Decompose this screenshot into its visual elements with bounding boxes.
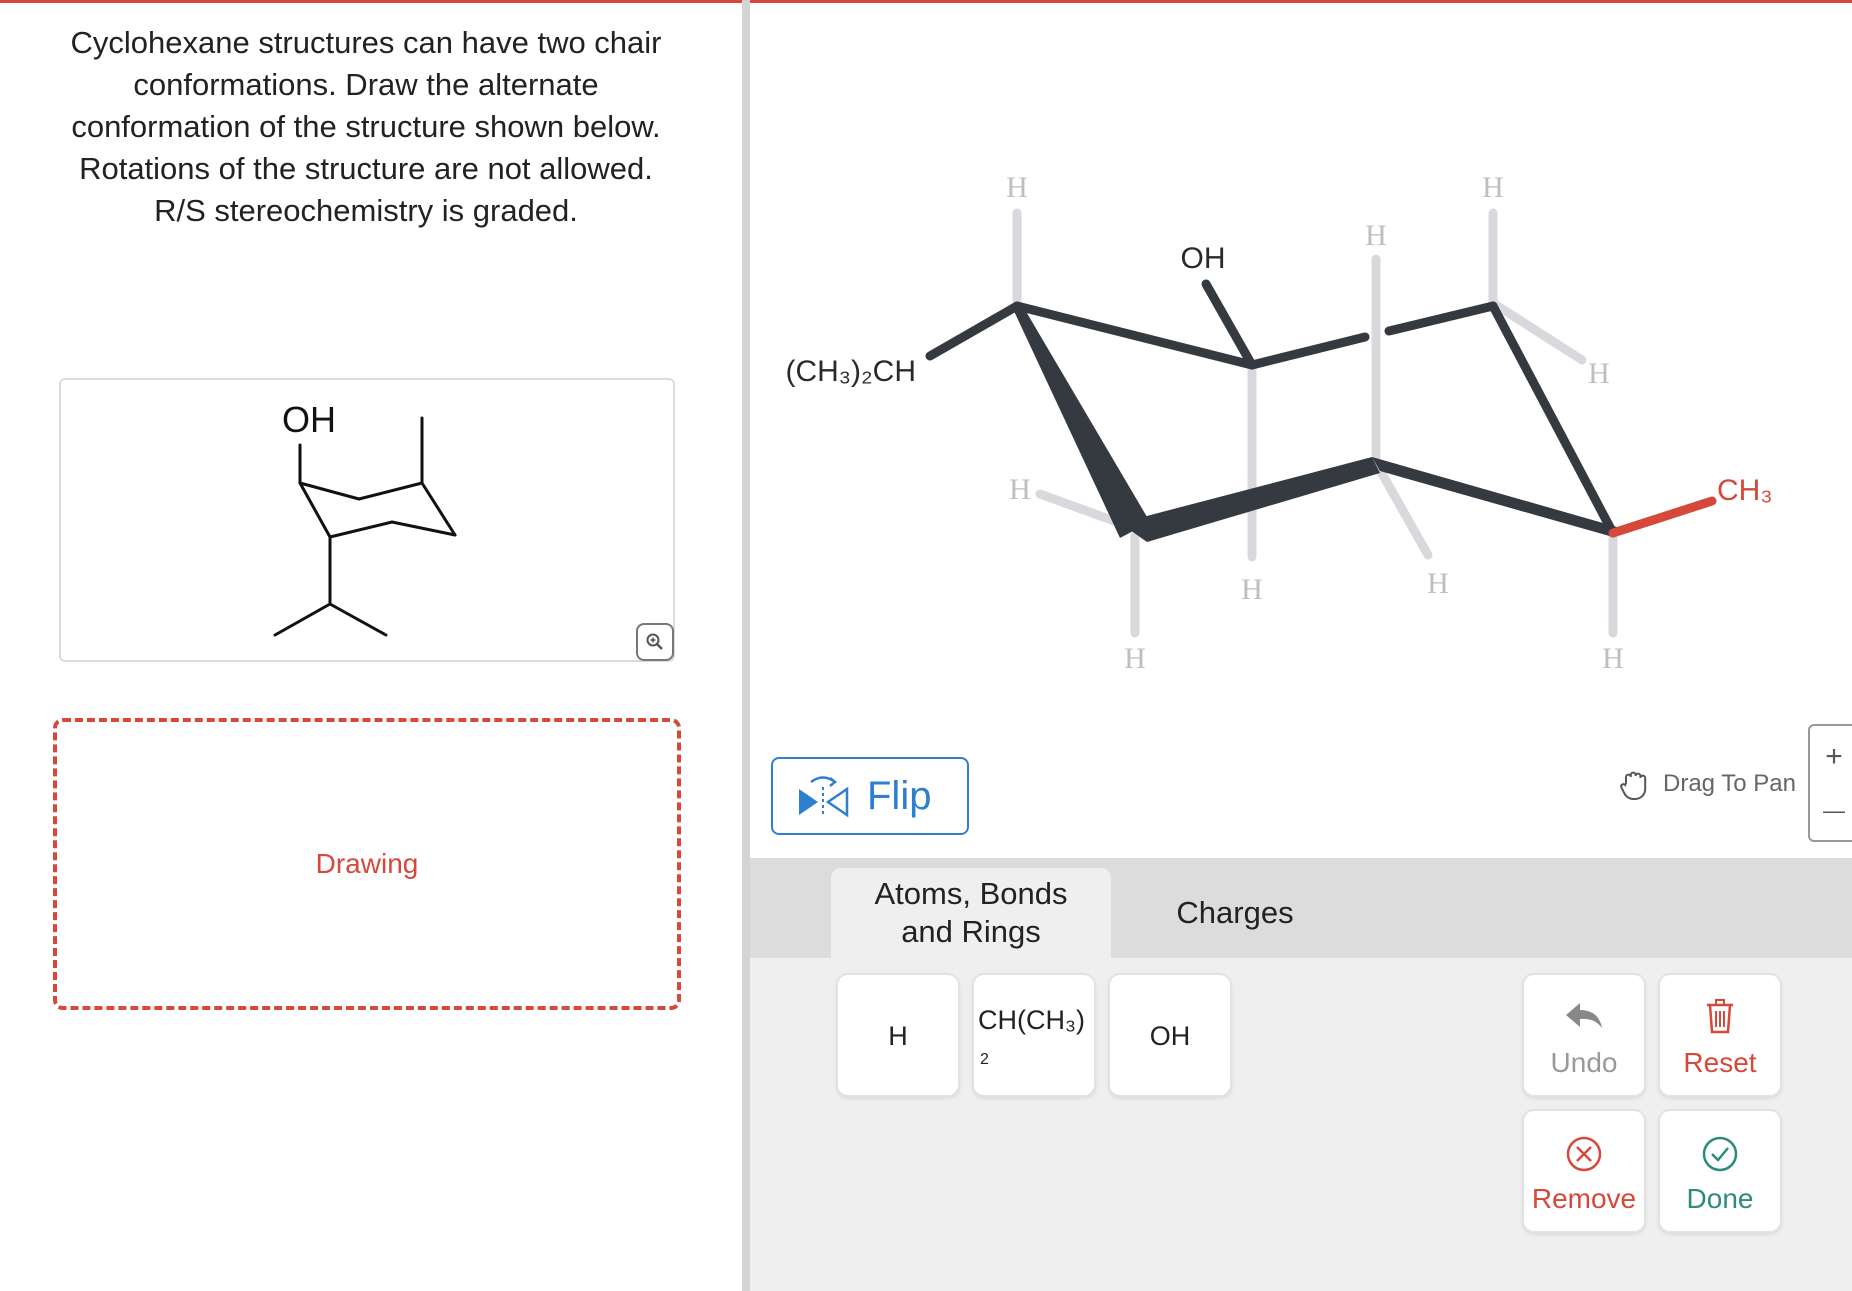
h-label: H [1365,219,1387,252]
hydrogen-bonds [1012,208,1618,638]
flip-button[interactable]: Flip [771,757,969,835]
h-label: H [1124,642,1146,675]
done-label: Done [1686,1183,1754,1214]
question-line: R/S stereochemistry is graded. [154,193,578,228]
question-line: Rotations of the structure are not allow… [79,151,653,186]
reference-chair-structure: OH [273,399,457,637]
undo-icon [1566,1003,1602,1028]
done-button[interactable]: Done [1658,1109,1782,1233]
h-label: H [1427,567,1449,600]
key-label: H [888,1021,908,1051]
undo-button[interactable]: Undo [1522,973,1646,1097]
reference-oh-label: OH [282,399,336,440]
remove-label: Remove [1531,1183,1637,1214]
key-label: OH [1149,1021,1191,1051]
h-label: H [1009,473,1031,506]
answer-drawing-area[interactable]: Drawing [53,718,681,1010]
pan-hint-label: Drag To Pan [1663,770,1796,797]
zoom-control: + — [1808,724,1852,842]
ring-bonds-front [1013,303,1617,542]
undo-label: Undo [1550,1047,1618,1078]
chair-drawing-canvas[interactable]: H H H H H H H H H OH (CH₃)₂CH CH₃ [750,3,1852,858]
pane-divider[interactable] [742,0,750,1291]
hydrogen-labels: H H H H H H H H H [1006,171,1624,675]
h-label: H [1006,171,1028,204]
remove-circle-x-icon [1566,1136,1602,1172]
zoom-reference-button[interactable] [636,623,674,661]
question-line: Cyclohexane structures can have two chai… [70,25,662,60]
question-text: Cyclohexane structures can have two chai… [40,22,692,232]
reset-label: Reset [1683,1047,1757,1078]
isopropyl-label[interactable]: (CH₃)₂CH [785,355,916,388]
remove-button[interactable]: Remove [1522,1109,1646,1233]
key-subscript: 2 [980,1051,989,1068]
tab-label-line: Atoms, Bonds [874,876,1068,911]
atom-key-isopropyl[interactable]: CH(CH₃) 2 [972,973,1096,1097]
flip-icon [799,776,849,818]
tab-label-line: and Rings [901,914,1041,949]
methyl-bond[interactable] [1608,496,1717,538]
flip-label: Flip [867,773,932,818]
h-label: H [1588,357,1610,390]
pan-hint: Drag To Pan [1617,766,1796,802]
done-check-circle-icon [1702,1136,1738,1172]
tab-charges[interactable]: Charges [1111,868,1359,958]
h-label: H [1241,573,1263,606]
zoom-out-button[interactable]: — [1810,798,1852,824]
zoom-in-icon [646,633,663,650]
zoom-in-button[interactable]: + [1810,740,1852,774]
trash-icon [1707,999,1733,1034]
tool-tab-bar: Atoms, Bonds and Rings Charges [750,858,1852,958]
reference-bonds [273,416,457,637]
h-label: H [1482,171,1504,204]
reference-structure-box: OH [59,378,675,662]
chair-oh-label[interactable]: OH [1181,242,1226,275]
drawing-label: Drawing [315,848,419,879]
methyl-label[interactable]: CH₃ [1717,474,1773,507]
h-label: H [1602,642,1624,675]
tab-atoms-bonds-rings[interactable]: Atoms, Bonds and Rings [831,868,1111,958]
atom-key-h[interactable]: H [836,973,960,1097]
reset-button[interactable]: Reset [1658,973,1782,1097]
hand-pan-icon [1620,771,1647,800]
question-line: conformations. Draw the alternate [133,67,599,102]
question-line: conformation of the structure shown belo… [71,109,661,144]
key-label: CH(CH₃) [978,1005,1085,1035]
tab-label: Charges [1176,895,1294,930]
atom-key-oh[interactable]: OH [1108,973,1232,1097]
